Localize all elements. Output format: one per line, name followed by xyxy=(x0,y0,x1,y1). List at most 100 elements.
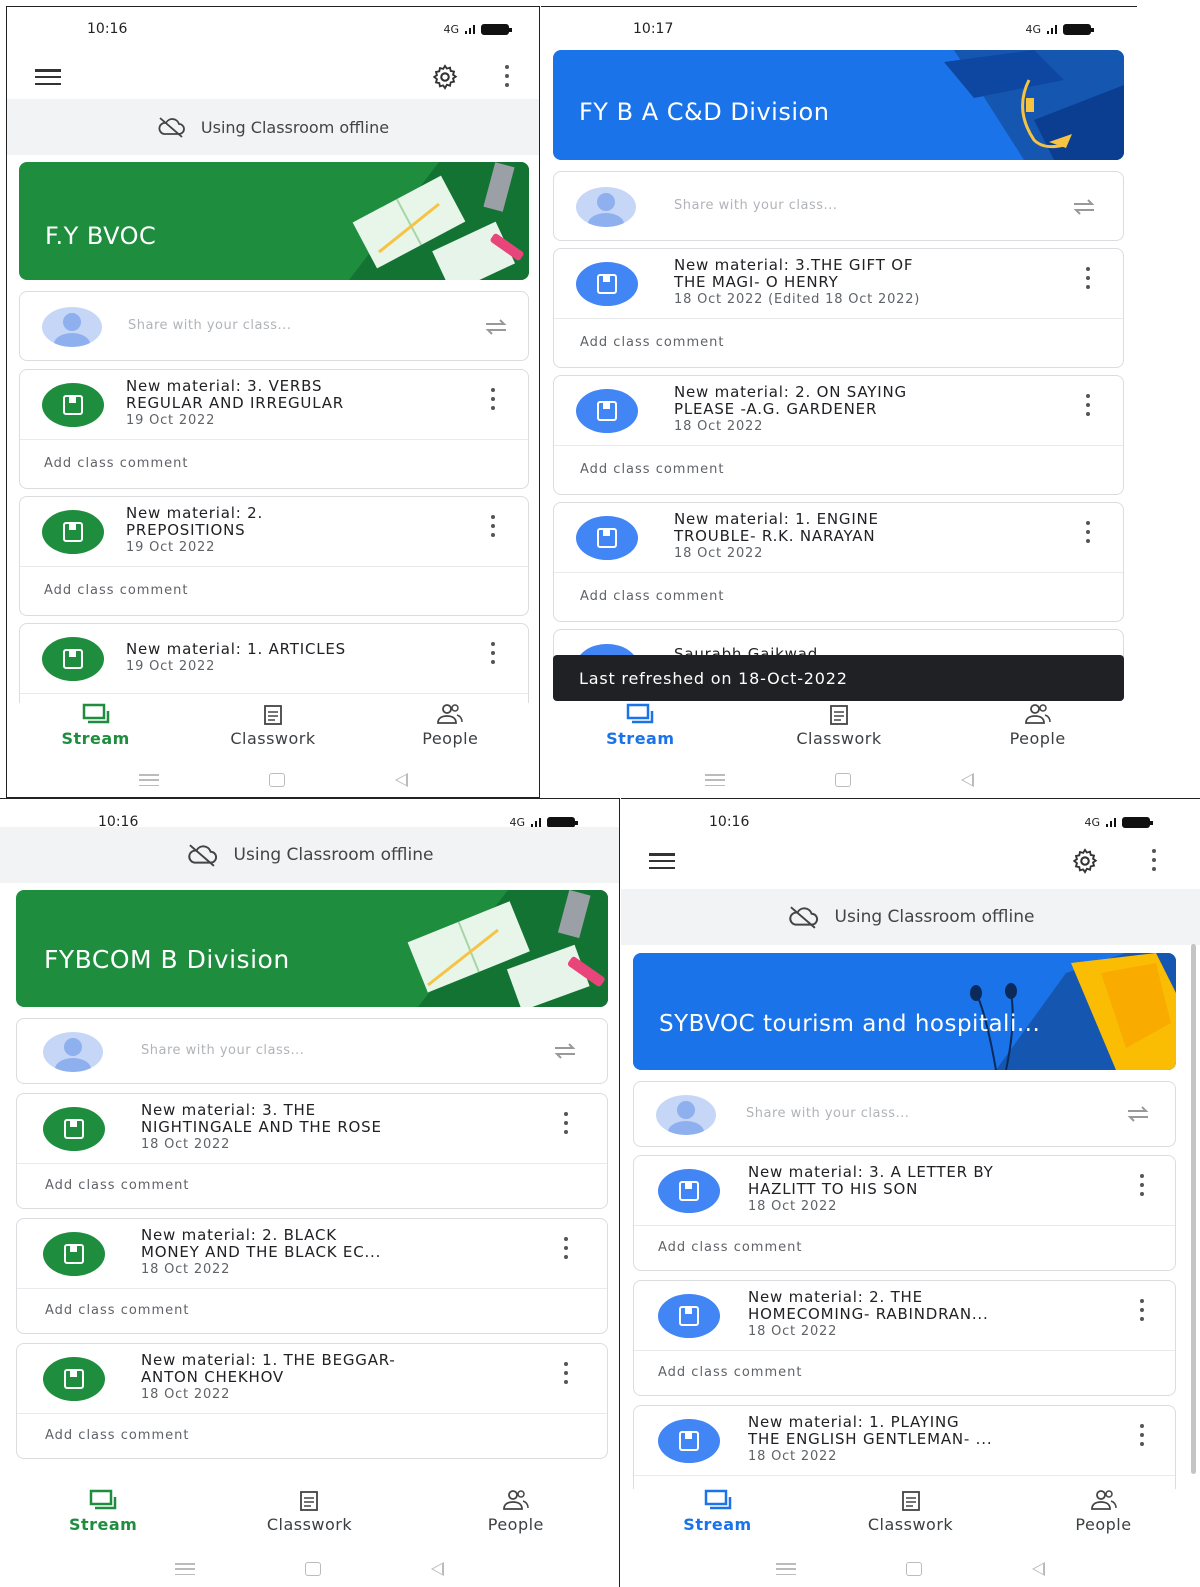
battery-icon xyxy=(1122,816,1153,828)
repost-icon[interactable] xyxy=(1070,195,1098,219)
material-icon xyxy=(658,1169,720,1213)
share-box[interactable]: Share with your class... xyxy=(16,1018,608,1084)
more-vert-icon[interactable] xyxy=(1085,521,1091,543)
tab-stream[interactable]: Stream xyxy=(570,703,710,748)
tab-stream[interactable]: Stream xyxy=(648,1489,788,1534)
avatar xyxy=(43,1032,103,1072)
recent-apps-icon[interactable] xyxy=(175,1563,195,1575)
add-class-comment[interactable]: Add class comment xyxy=(580,462,724,477)
material-post[interactable]: New material: 1. ENGINE TROUBLE- R.K. NAR… xyxy=(553,502,1124,622)
status-icons: 4G xyxy=(1025,22,1094,36)
back-icon[interactable] xyxy=(394,773,408,787)
tab-stream[interactable]: Stream xyxy=(33,1489,173,1534)
more-vert-icon[interactable] xyxy=(563,1362,569,1384)
home-icon[interactable] xyxy=(268,773,285,787)
more-vert-icon[interactable] xyxy=(490,388,496,410)
add-class-comment[interactable]: Add class comment xyxy=(45,1428,189,1443)
share-box[interactable]: Share with your class... xyxy=(19,291,529,361)
more-vert-icon[interactable] xyxy=(563,1237,569,1259)
more-vert-icon[interactable] xyxy=(1139,1174,1145,1196)
recent-apps-icon[interactable] xyxy=(704,774,725,786)
more-vert-icon[interactable] xyxy=(504,65,510,87)
tab-people[interactable]: People xyxy=(968,703,1108,748)
home-icon[interactable] xyxy=(834,773,851,787)
tab-people[interactable]: People xyxy=(1034,1489,1174,1534)
material-post[interactable]: New material: 2. PREPOSITIONS 19 Oct 2022 … xyxy=(19,496,529,616)
material-post[interactable]: New material: 1. THE BEGGAR- ANTON CHEKHO… xyxy=(16,1343,608,1459)
tab-people-label: People xyxy=(1009,729,1066,748)
material-icon xyxy=(43,1232,105,1276)
tab-classwork[interactable]: Classwork xyxy=(203,703,343,748)
clock: 10:17 xyxy=(633,21,674,37)
menu-icon[interactable] xyxy=(35,69,61,85)
screen-sybvoc: 10:16 4G Using Classroom offline SYBVOC … xyxy=(621,798,1200,1587)
tab-classwork[interactable]: Classwork xyxy=(239,1489,379,1534)
post-title-line2: MONEY AND THE BLACK EC... xyxy=(141,1244,382,1261)
network-icon: 4G xyxy=(1025,22,1041,36)
add-class-comment[interactable]: Add class comment xyxy=(580,335,724,350)
class-banner[interactable]: FY B A C&D Division xyxy=(553,50,1124,160)
class-banner[interactable]: F.Y BVOC xyxy=(19,162,529,280)
post-title-line1: New material: 1. THE BEGGAR- xyxy=(141,1352,396,1369)
material-post[interactable]: New material: 2. ON SAYING PLEASE -A.G. G… xyxy=(553,375,1124,495)
tab-stream[interactable]: Stream xyxy=(26,703,166,748)
material-post[interactable]: New material: 2. BLACK MONEY AND THE BLAC… xyxy=(16,1218,608,1334)
add-class-comment[interactable]: Add class comment xyxy=(658,1240,802,1255)
more-vert-icon[interactable] xyxy=(1139,1299,1145,1321)
recent-apps-icon[interactable] xyxy=(776,1563,796,1575)
back-icon[interactable] xyxy=(960,773,974,787)
avatar xyxy=(42,307,102,347)
share-placeholder: Share with your class... xyxy=(141,1043,305,1058)
material-post[interactable]: New material: 3. A LETTER BY HAZLITT TO H… xyxy=(633,1155,1176,1271)
share-box[interactable]: Share with your class... xyxy=(553,171,1124,241)
people-icon xyxy=(1090,1490,1117,1510)
more-vert-icon[interactable] xyxy=(563,1112,569,1134)
add-class-comment[interactable]: Add class comment xyxy=(44,583,188,598)
material-post[interactable]: New material: 3.THE GIFT OF THE MAGI- O H… xyxy=(553,248,1124,368)
tab-classwork[interactable]: Classwork xyxy=(841,1489,981,1534)
status-bar: 10:16 4G xyxy=(7,7,539,51)
tab-classwork[interactable]: Classwork xyxy=(769,703,909,748)
signal-icon xyxy=(1106,817,1116,827)
gear-icon[interactable] xyxy=(1071,847,1099,875)
share-box[interactable]: Share with your class... xyxy=(633,1081,1176,1147)
stream-icon xyxy=(704,1489,731,1510)
more-vert-icon[interactable] xyxy=(490,642,496,664)
recent-apps-icon[interactable] xyxy=(138,774,159,786)
post-title-line1: New material: 3. VERBS xyxy=(126,378,323,395)
post-date: 18 Oct 2022 xyxy=(748,1449,838,1464)
home-icon[interactable] xyxy=(305,1562,321,1576)
menu-icon[interactable] xyxy=(649,853,675,869)
tab-people[interactable]: People xyxy=(446,1489,586,1534)
post-title-line2: NIGHTINGALE AND THE ROSE xyxy=(141,1119,382,1136)
class-banner[interactable]: SYBVOC tourism and hospitali... xyxy=(633,953,1176,1070)
class-banner[interactable]: FYBCOM B Division xyxy=(16,890,608,1007)
material-post[interactable]: New material: 3. THE NIGHTINGALE AND THE … xyxy=(16,1093,608,1209)
post-date: 18 Oct 2022 xyxy=(141,1137,231,1152)
add-class-comment[interactable]: Add class comment xyxy=(45,1178,189,1193)
more-vert-icon[interactable] xyxy=(1085,394,1091,416)
material-icon xyxy=(576,389,638,433)
gear-icon[interactable] xyxy=(431,63,459,91)
back-icon[interactable] xyxy=(431,1562,444,1576)
repost-icon[interactable] xyxy=(551,1039,579,1063)
tab-classwork-label: Classwork xyxy=(867,1515,954,1534)
material-post[interactable]: New material: 3. VERBS REGULAR AND IRREGU… xyxy=(19,369,529,489)
repost-icon[interactable] xyxy=(482,315,510,339)
add-class-comment[interactable]: Add class comment xyxy=(658,1365,802,1380)
more-vert-icon[interactable] xyxy=(490,515,496,537)
material-post[interactable]: New material: 2. THE HOMECOMING- RABINDRA… xyxy=(633,1280,1176,1396)
add-class-comment[interactable]: Add class comment xyxy=(580,589,724,604)
status-icons: 4G xyxy=(1084,816,1153,829)
home-icon[interactable] xyxy=(906,1562,922,1576)
scrollbar[interactable] xyxy=(1191,944,1196,1474)
clock: 10:16 xyxy=(709,814,750,830)
back-icon[interactable] xyxy=(1032,1562,1045,1576)
repost-icon[interactable] xyxy=(1124,1102,1152,1126)
add-class-comment[interactable]: Add class comment xyxy=(45,1303,189,1318)
tab-people[interactable]: People xyxy=(380,703,520,748)
more-vert-icon[interactable] xyxy=(1151,849,1157,871)
more-vert-icon[interactable] xyxy=(1139,1424,1145,1446)
add-class-comment[interactable]: Add class comment xyxy=(44,456,188,471)
more-vert-icon[interactable] xyxy=(1085,267,1091,289)
